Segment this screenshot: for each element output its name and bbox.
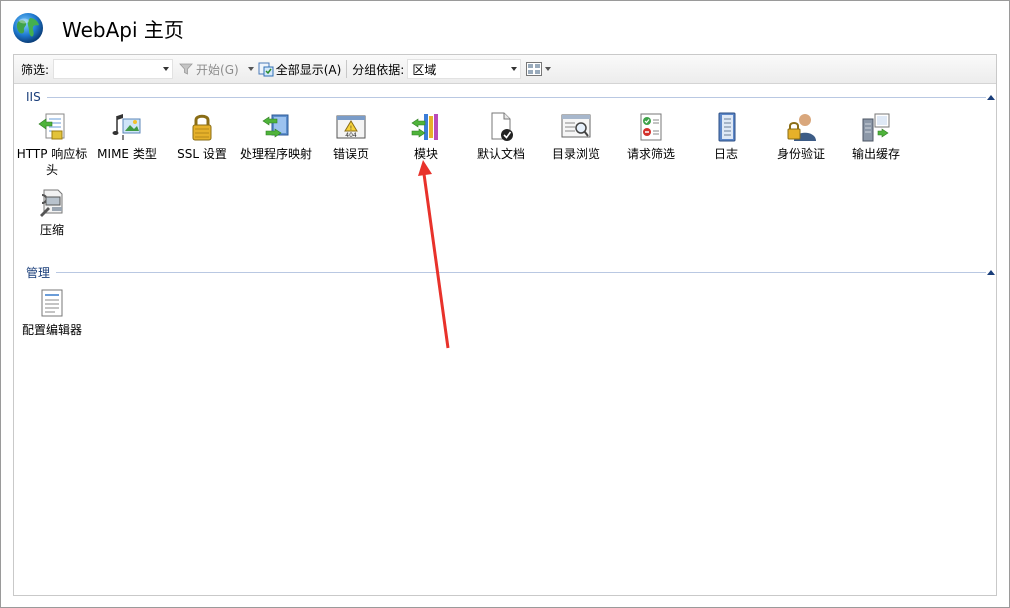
feature-ssl-settings[interactable]: SSL 设置 bbox=[164, 111, 240, 162]
feature-label: 处理程序映射 bbox=[239, 147, 312, 161]
collapse-management-button[interactable] bbox=[984, 265, 998, 279]
view-mode-button[interactable] bbox=[526, 59, 552, 79]
group-divider bbox=[56, 271, 986, 273]
group-title: 管理 bbox=[26, 265, 51, 280]
feature-error-pages[interactable]: ! 404 错误页 bbox=[313, 111, 389, 162]
feature-label: 默认文档 bbox=[476, 147, 525, 161]
feature-label: 身份验证 bbox=[776, 147, 825, 161]
ssl-lock-icon bbox=[192, 114, 212, 141]
globe-icon bbox=[13, 13, 43, 43]
mime-types-icon bbox=[112, 114, 141, 140]
group-title: IIS bbox=[26, 90, 41, 104]
feature-modules[interactable]: 模块 bbox=[388, 111, 464, 162]
chevron-up-icon bbox=[987, 95, 995, 100]
feature-label: SSL 设置 bbox=[177, 147, 227, 161]
authentication-icon bbox=[787, 114, 816, 141]
group-by-value: 区域 bbox=[412, 62, 437, 77]
show-all-icon bbox=[258, 62, 274, 77]
feature-compression[interactable]: 压缩 bbox=[14, 187, 90, 238]
handler-mappings-icon bbox=[262, 114, 289, 138]
error-pages-icon: ! 404 bbox=[336, 115, 366, 139]
feature-mime-types[interactable]: MIME 类型 bbox=[89, 111, 165, 162]
http-response-headers-icon bbox=[38, 113, 65, 140]
chevron-down-icon[interactable] bbox=[247, 67, 254, 71]
start-filter-label: 开始(G) bbox=[196, 62, 239, 77]
group-by-label: 分组依据: bbox=[352, 62, 405, 77]
toolbar-separator bbox=[346, 60, 348, 78]
page-title: WebApi 主页 bbox=[62, 17, 184, 42]
funnel-icon bbox=[179, 63, 193, 75]
svg-text:404: 404 bbox=[345, 132, 357, 139]
view-grid-icon bbox=[526, 62, 543, 76]
filter-label: 筛选: bbox=[21, 62, 50, 77]
show-all-button[interactable]: 全部显示(A) bbox=[258, 59, 342, 79]
feature-label: 配置编辑器 bbox=[21, 323, 82, 337]
request-filtering-icon bbox=[640, 113, 662, 141]
show-all-label: 全部显示(A) bbox=[275, 62, 342, 77]
feature-label: 日志 bbox=[713, 147, 738, 161]
group-by-combo[interactable]: 区域 bbox=[407, 59, 522, 79]
collapse-iis-button[interactable] bbox=[984, 90, 998, 104]
feature-request-filtering[interactable]: 请求筛选 bbox=[613, 111, 689, 162]
logging-icon bbox=[718, 112, 736, 142]
feature-directory-browsing[interactable]: 目录浏览 bbox=[538, 111, 614, 162]
feature-output-caching[interactable]: 输出缓存 bbox=[838, 111, 914, 162]
modules-icon bbox=[411, 114, 438, 140]
feature-label: MIME 类型 bbox=[97, 147, 157, 161]
directory-browsing-icon bbox=[561, 114, 591, 138]
group-divider bbox=[46, 96, 986, 98]
feature-label: 输出缓存 bbox=[851, 147, 900, 161]
svg-text:!: ! bbox=[350, 125, 352, 132]
feature-http-response-headers[interactable]: HTTP 响应标头 bbox=[14, 111, 90, 178]
default-document-icon bbox=[491, 112, 513, 141]
feature-default-document[interactable]: 默认文档 bbox=[463, 111, 539, 162]
feature-label: 错误页 bbox=[332, 147, 369, 161]
filter-toolbar: 筛选: 开始(G) 全部显示(A) 分组依据: 区域 bbox=[14, 55, 996, 84]
chevron-down-icon bbox=[545, 67, 552, 71]
page-header: WebApi 主页 bbox=[12, 10, 184, 46]
feature-label: HTTP 响应标头 bbox=[16, 147, 88, 177]
compression-icon bbox=[40, 189, 63, 217]
feature-configuration-editor[interactable]: 配置编辑器 bbox=[14, 287, 90, 338]
features-panel: 筛选: 开始(G) 全部显示(A) 分组依据: 区域 IIS HTTP 响应标头… bbox=[13, 54, 997, 596]
feature-authentication[interactable]: 身份验证 bbox=[763, 111, 839, 162]
feature-label: 目录浏览 bbox=[551, 147, 600, 161]
feature-label: 请求筛选 bbox=[626, 147, 675, 161]
chevron-up-icon bbox=[987, 270, 995, 275]
group-header-iis: IIS bbox=[26, 90, 995, 104]
configuration-editor-icon bbox=[41, 289, 63, 317]
chevron-down-icon bbox=[163, 67, 170, 71]
feature-label: 压缩 bbox=[39, 223, 64, 237]
chevron-down-icon bbox=[511, 67, 518, 71]
feature-logging[interactable]: 日志 bbox=[688, 111, 764, 162]
feature-label: 模块 bbox=[413, 147, 438, 161]
output-caching-icon bbox=[862, 113, 890, 142]
group-header-management: 管理 bbox=[26, 265, 995, 280]
filter-combo[interactable] bbox=[53, 59, 174, 79]
feature-handler-mappings[interactable]: 处理程序映射 bbox=[238, 111, 314, 162]
start-filter-button[interactable]: 开始(G) bbox=[179, 59, 239, 79]
